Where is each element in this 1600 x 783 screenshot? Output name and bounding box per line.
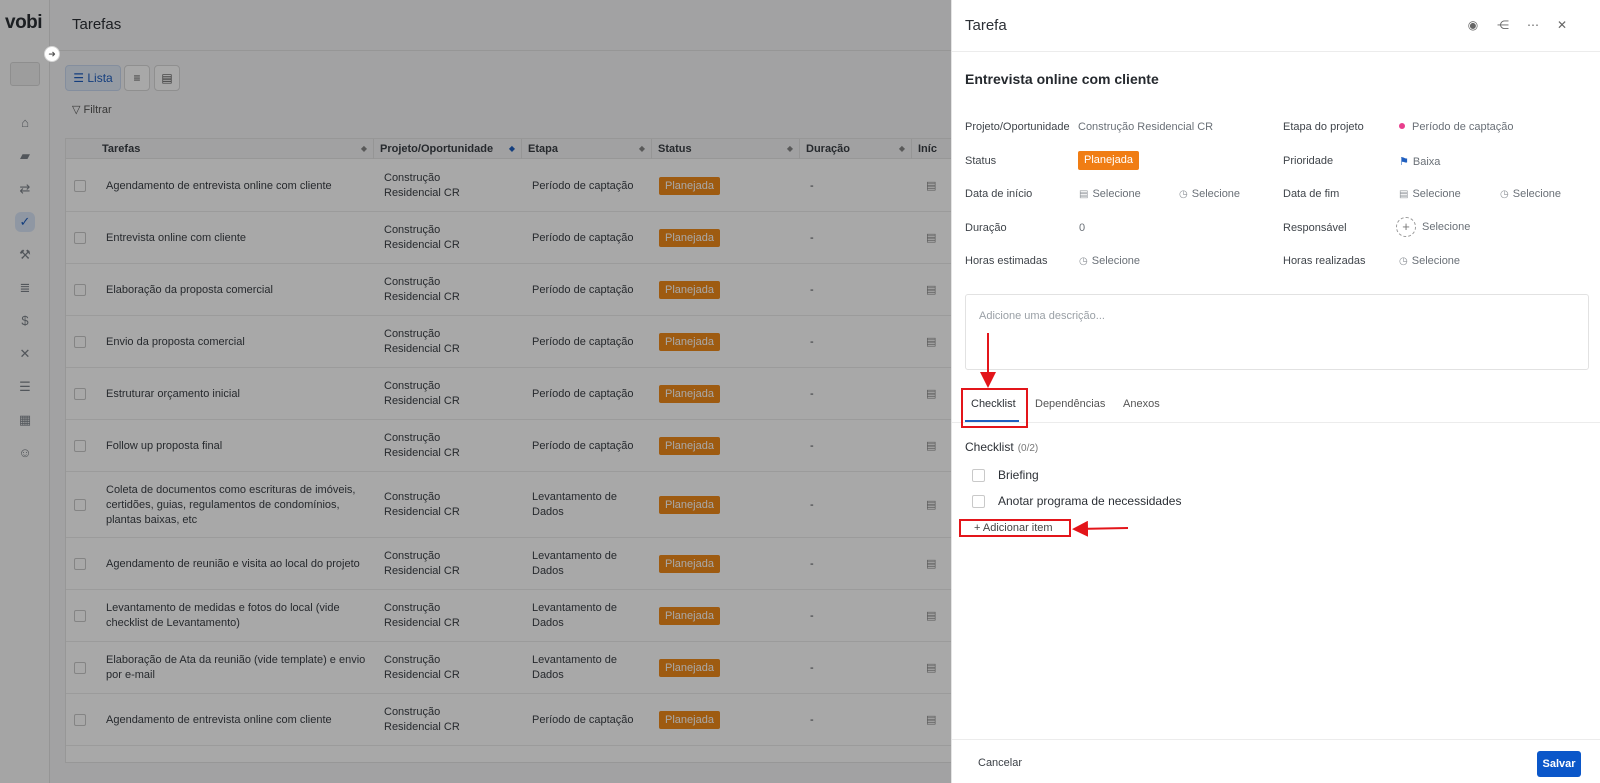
annotation-arrow <box>1072 520 1129 537</box>
modal-backdrop[interactable] <box>0 0 951 783</box>
annotation-arrows <box>980 333 1129 537</box>
collapse-nav-button[interactable]: ➜ <box>44 46 60 62</box>
task-detail-panel: Tarefa ◉ ⋲ ⋯ ✕ Entrevista online com cli… <box>951 0 1600 783</box>
